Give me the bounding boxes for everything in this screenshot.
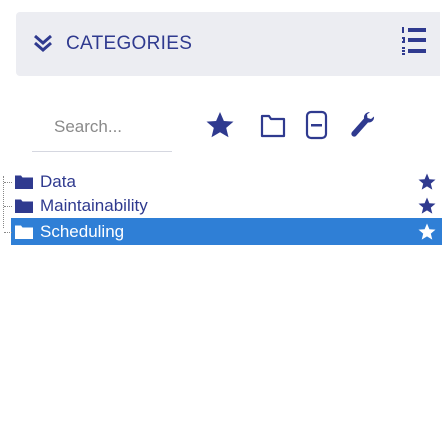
folder-outline-icon[interactable]: [258, 108, 288, 142]
tree-item-label: Data: [40, 172, 76, 191]
list-numbered-icon[interactable]: [402, 26, 426, 58]
tree-item-label: Scheduling: [40, 222, 125, 241]
tree-connector: [4, 182, 12, 183]
tree-item-label: Maintainability: [40, 196, 148, 215]
folder-icon: [15, 174, 33, 189]
chevron-double-down-icon[interactable]: [32, 32, 54, 54]
tree-item-scheduling[interactable]: Scheduling: [0, 218, 442, 245]
categories-panel: CATEGORIES Search... Data Maintainabilit…: [0, 0, 442, 421]
star-icon[interactable]: [418, 173, 436, 191]
search-input[interactable]: [54, 114, 164, 140]
folder-icon: [15, 224, 33, 239]
tree-item-maintainability[interactable]: Maintainability: [0, 194, 442, 218]
collapse-all-icon[interactable]: [302, 108, 332, 142]
tree-item-data[interactable]: Data: [0, 170, 442, 194]
star-icon[interactable]: [418, 197, 436, 215]
tree-connector: [4, 232, 12, 233]
panel-title: CATEGORIES: [66, 33, 193, 54]
tree-connector: [4, 206, 12, 207]
panel-header: CATEGORIES: [16, 12, 440, 76]
star-icon[interactable]: [205, 108, 235, 142]
wrench-icon[interactable]: [347, 108, 377, 142]
folder-icon: [15, 198, 33, 213]
star-icon[interactable]: [418, 223, 436, 241]
search-box: [32, 104, 172, 152]
